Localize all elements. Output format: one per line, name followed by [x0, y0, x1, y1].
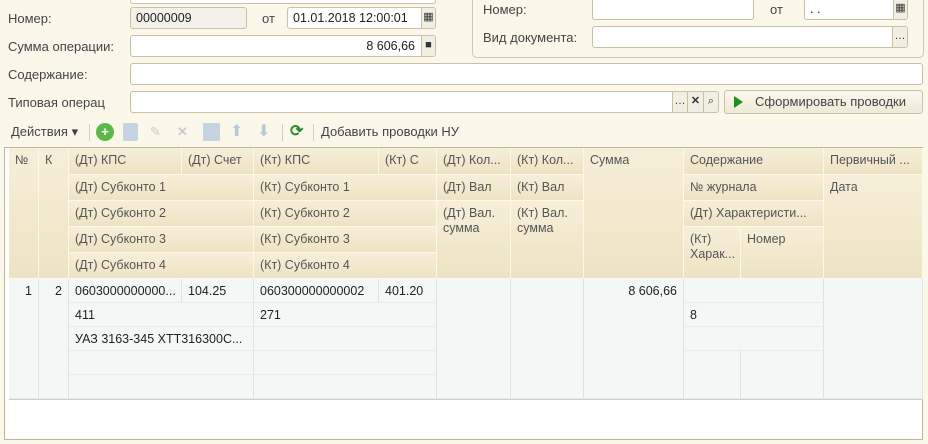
col-kt-characteristic[interactable]: (Кт) Харак... [684, 227, 741, 279]
col-dt-currency-sum[interactable]: (Дт) Вал. сумма [437, 201, 511, 279]
move-down-icon[interactable]: ⬇ [257, 121, 270, 143]
col-journal[interactable]: № журнала [684, 175, 824, 201]
cell-kt-qty[interactable] [511, 279, 584, 399]
col-dt-sub1[interactable]: (Дт) Субконто 1 [69, 175, 254, 201]
add-icon[interactable]: + [96, 123, 114, 141]
incoming-date-field[interactable]: . . ▦ [804, 0, 908, 20]
col-sum[interactable]: Сумма [584, 148, 684, 279]
cell-k[interactable]: 2 [39, 279, 69, 399]
incoming-number-label: Номер: [483, 2, 527, 17]
select-icon[interactable]: … [672, 92, 687, 112]
cell-journal[interactable]: 8 [684, 303, 824, 327]
from-label: от [262, 11, 275, 26]
incoming-number-field[interactable] [592, 0, 754, 20]
date-field[interactable]: 01.01.2018 12:00:01 ▦ [287, 7, 436, 29]
col-dt-account[interactable]: (Дт) Счет [182, 148, 254, 175]
cell-dt-sub4[interactable] [69, 375, 254, 399]
doctype-label: Вид документа: [483, 30, 578, 45]
col-kt-sub3[interactable]: (Кт) Субконто 3 [254, 227, 437, 253]
col-kt-account[interactable]: (Кт) С [379, 148, 437, 175]
cell-dt-characteristic[interactable] [684, 327, 824, 351]
play-icon [734, 96, 743, 108]
divider [89, 124, 90, 141]
actions-menu[interactable]: Действия ▾ [11, 121, 78, 143]
top-partial-field[interactable] [130, 0, 436, 4]
generate-entries-label: Сформировать проводки [755, 94, 906, 109]
incoming-date-value: . . [810, 2, 821, 16]
cell-content[interactable] [684, 279, 824, 303]
select-icon[interactable]: … [892, 27, 907, 47]
move-up-icon[interactable]: ⬆ [230, 121, 243, 143]
col-number[interactable]: Номер [741, 227, 824, 279]
refresh-icon[interactable]: ⟳ [290, 121, 303, 143]
col-dt-currency[interactable]: (Дт) Вал [437, 175, 511, 201]
cell-dt-sub3[interactable] [69, 351, 254, 375]
divider [313, 124, 314, 141]
sum-value: 8 606,66 [366, 39, 415, 53]
cell-n[interactable]: 1 [9, 279, 39, 399]
cell-kt-sub3[interactable] [254, 351, 437, 375]
col-kt-currency-sum[interactable]: (Кт) Вал. сумма [511, 201, 584, 279]
add-nu-entries-button[interactable]: Добавить проводки НУ [321, 121, 459, 143]
col-n[interactable]: № [9, 148, 39, 279]
sum-label: Сумма операции: [8, 39, 114, 54]
content-label: Содержание: [8, 67, 88, 82]
divider [282, 124, 283, 141]
col-dt-sub3[interactable]: (Дт) Субконто 3 [69, 227, 254, 253]
typical-operation-label: Типовая операц [8, 95, 105, 110]
cell-kt-account[interactable]: 401.20 [379, 279, 437, 303]
doctype-field[interactable]: … [592, 26, 908, 48]
typical-operation-field[interactable]: … ✕ ⌕ [130, 91, 719, 113]
sum-field[interactable]: 8 606,66 ■ [130, 35, 436, 57]
cell-kt-kps[interactable]: 060300000000002 [254, 279, 379, 303]
cell-dt-sub1[interactable]: 411 [69, 303, 254, 327]
col-dt-sub4[interactable]: (Дт) Субконто 4 [69, 253, 254, 279]
save-icon[interactable] [203, 123, 220, 141]
cell-sum[interactable]: 8 606,66 [584, 279, 684, 399]
incoming-from-label: от [770, 2, 783, 17]
cell-kt-sub4[interactable] [254, 375, 437, 399]
col-primary[interactable]: Первичный ... [824, 148, 923, 175]
generate-entries-button[interactable]: Сформировать проводки [724, 90, 923, 114]
col-date[interactable]: Дата [824, 175, 923, 279]
cell-number[interactable] [741, 351, 824, 399]
entries-table: № К (Дт) КПС (Дт) Счет (Кт) КПС (Кт) С (… [4, 147, 923, 440]
cell-kt-sub2[interactable] [254, 327, 437, 351]
row-divider [9, 399, 923, 400]
copy-icon[interactable] [123, 123, 138, 141]
number-field[interactable]: 00000009 [130, 7, 247, 29]
cell-kt-sub1[interactable]: 271 [254, 303, 437, 327]
cell-dt-kps[interactable]: 0603000000000... [69, 279, 182, 303]
col-kt-qty[interactable]: (Кт) Кол... [511, 148, 584, 175]
delete-icon[interactable]: ✕ [177, 121, 188, 143]
date-value: 01.01.2018 12:00:01 [293, 11, 408, 25]
cell-dt-sub2[interactable]: УАЗ 3163-345 ХТТ316300С... [69, 327, 254, 351]
col-kt-sub2[interactable]: (Кт) Субконто 2 [254, 201, 437, 227]
calendar-icon[interactable]: ▦ [421, 8, 435, 28]
col-dt-characteristic[interactable]: (Дт) Характеристи... [684, 201, 824, 227]
col-dt-qty[interactable]: (Дт) Кол... [437, 148, 511, 175]
calendar-icon[interactable]: ▦ [893, 0, 907, 19]
col-kt-kps[interactable]: (Кт) КПС [254, 148, 379, 175]
calculator-icon[interactable]: ■ [421, 36, 435, 56]
col-k[interactable]: К [39, 148, 69, 279]
cell-kt-characteristic[interactable] [684, 351, 741, 399]
col-content[interactable]: Содержание [684, 148, 824, 175]
search-icon[interactable]: ⌕ [703, 92, 718, 112]
cell-dt-qty[interactable] [437, 279, 511, 399]
col-dt-kps[interactable]: (Дт) КПС [69, 148, 182, 175]
col-kt-sub4[interactable]: (Кт) Субконто 4 [254, 253, 437, 279]
col-kt-sub1[interactable]: (Кт) Субконто 1 [254, 175, 437, 201]
edit-icon[interactable]: ✎ [150, 121, 161, 143]
col-kt-currency[interactable]: (Кт) Вал [511, 175, 584, 201]
content-field[interactable] [130, 63, 923, 85]
cell-dt-account[interactable]: 104.25 [182, 279, 254, 303]
cell-primary[interactable] [824, 279, 923, 399]
col-dt-sub2[interactable]: (Дт) Субконто 2 [69, 201, 254, 227]
number-label: Номер: [8, 11, 52, 26]
clear-icon[interactable]: ✕ [687, 92, 703, 112]
